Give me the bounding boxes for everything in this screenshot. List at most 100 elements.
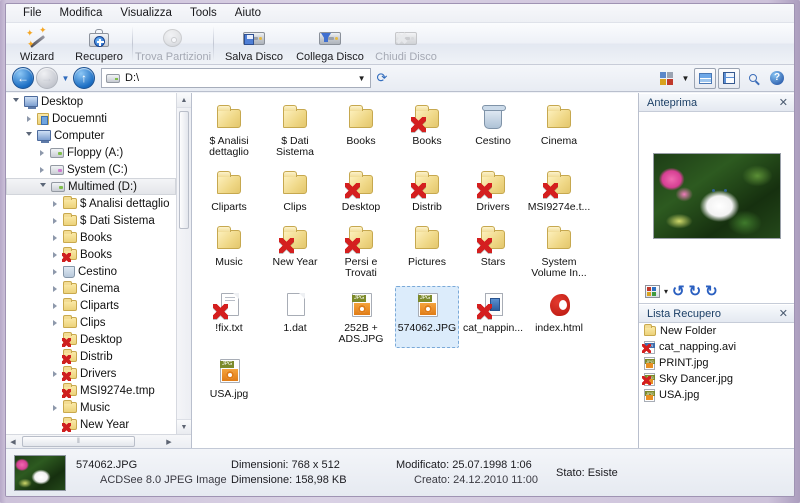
file-item[interactable]: Pictures — [395, 220, 459, 282]
forward-button[interactable]: → — [36, 67, 58, 89]
tree-item-books[interactable]: Books — [6, 246, 176, 263]
file-item[interactable]: MSI9274e.t... — [527, 165, 591, 216]
tree-scroll-left-button[interactable]: ◀ — [6, 435, 20, 448]
tree-item-cestino[interactable]: Cestino — [6, 263, 176, 280]
expand-icon[interactable] — [49, 215, 60, 226]
file-item[interactable]: Clips — [263, 165, 327, 216]
file-item[interactable]: cat_nappin... — [461, 286, 525, 348]
tree-item-new-year[interactable]: New Year — [6, 416, 176, 433]
file-item[interactable]: !fix.txt — [197, 286, 261, 348]
tree-item-dati-sistema[interactable]: $ Dati Sistema — [6, 212, 176, 229]
expand-icon[interactable] — [49, 317, 60, 328]
tree-horizontal-scrollbar[interactable]: ◀ ‖ ▶ — [6, 434, 191, 448]
tree-item-floppy-a[interactable]: Floppy (A:) — [6, 144, 176, 161]
tree-scroll-right-button[interactable]: ▶ — [162, 435, 176, 448]
file-item[interactable]: $ Dati Sistema — [263, 99, 327, 161]
expand-icon[interactable] — [49, 266, 60, 277]
menu-item-modifica[interactable]: Modifica — [51, 5, 112, 22]
menu-item-aiuto[interactable]: Aiuto — [226, 5, 270, 22]
collapse-icon[interactable] — [37, 181, 48, 192]
file-item[interactable]: Drivers — [461, 165, 525, 216]
chevron-down-icon[interactable]: ▼ — [358, 74, 366, 83]
menu-item-visualizza[interactable]: Visualizza — [111, 5, 181, 22]
palette-dropdown-icon[interactable]: ▾ — [664, 287, 668, 296]
file-item[interactable]: New Year — [263, 220, 327, 282]
recovery-list-item[interactable]: JPG USA.jpg — [639, 387, 794, 403]
tree-scroll-down-button[interactable]: ▼ — [177, 419, 191, 434]
tree-item-books[interactable]: Books — [6, 229, 176, 246]
file-item[interactable]: Stars — [461, 220, 525, 282]
recovery-list-item[interactable]: New Folder — [639, 323, 794, 339]
file-item[interactable]: Persi e Trovati — [329, 220, 393, 282]
file-item[interactable]: Cliparts — [197, 165, 261, 216]
file-item[interactable]: Cinema — [527, 99, 591, 161]
tree-item-music[interactable]: Music — [6, 399, 176, 416]
toolbar-button-wizard[interactable]: ✦ ✦ ✦ Wizard — [6, 23, 68, 64]
tree-item-system-c[interactable]: System (C:) — [6, 161, 176, 178]
properties-icon[interactable] — [694, 67, 716, 89]
palette-icon[interactable] — [645, 285, 660, 298]
file-item[interactable]: index.html — [527, 286, 591, 348]
toolbar-button-salva-disco[interactable]: Salva Disco — [216, 23, 292, 64]
expand-icon[interactable] — [49, 402, 60, 413]
save-icon[interactable] — [718, 67, 740, 89]
tree-item-cinema[interactable]: Cinema — [6, 280, 176, 297]
close-icon[interactable]: ✕ — [777, 96, 790, 109]
file-item[interactable]: Cestino — [461, 99, 525, 161]
file-item[interactable]: Distrib — [395, 165, 459, 216]
file-item[interactable]: JPG 574062.JPG — [395, 286, 459, 348]
address-input[interactable]: D:\ ▼ — [101, 68, 371, 88]
expand-icon[interactable] — [49, 198, 60, 209]
file-item[interactable]: Desktop — [329, 165, 393, 216]
file-list-pane[interactable]: $ Analisi dettaglio $ Dati Sistema Books Bo… — [192, 93, 638, 448]
tree-item-desktop[interactable]: Desktop — [6, 331, 176, 348]
file-item[interactable]: JPG 252B + ADS.JPG — [329, 286, 393, 348]
tree-item-multimed-d[interactable]: Multimed (D:) — [6, 178, 176, 195]
search-icon[interactable] — [742, 68, 764, 89]
recovery-list-item[interactable]: AVI cat_napping.avi — [639, 339, 794, 355]
tree-item-desktop[interactable]: Desktop — [6, 93, 176, 110]
history-dropdown-icon[interactable]: ▼ — [60, 67, 71, 89]
tree-item-docuemnti[interactable]: Docuemnti — [6, 110, 176, 127]
file-item[interactable]: System Volume In... — [527, 220, 591, 282]
expand-icon[interactable] — [49, 283, 60, 294]
refresh-icon[interactable]: ⟳ — [373, 70, 392, 86]
expand-icon[interactable] — [36, 164, 47, 175]
collapse-icon[interactable] — [10, 96, 21, 107]
file-item[interactable]: $ Analisi dettaglio — [197, 99, 261, 161]
tree-vscroll-thumb[interactable] — [179, 111, 189, 229]
expand-icon[interactable] — [49, 232, 60, 243]
recovery-list-item[interactable]: JPG Sky Dancer.jpg — [639, 371, 794, 387]
close-icon[interactable]: ✕ — [777, 307, 790, 320]
view-mode-icon[interactable] — [655, 68, 677, 89]
rotate-right-icon[interactable]: ↻ — [705, 284, 718, 299]
tree-scroll-up-button[interactable]: ▲ — [177, 93, 191, 108]
collapse-icon[interactable] — [23, 130, 34, 141]
tree-item-clips[interactable]: Clips — [6, 314, 176, 331]
tree-item-cliparts[interactable]: Cliparts — [6, 297, 176, 314]
rotate-left-icon[interactable]: ↺ — [672, 284, 685, 299]
help-icon[interactable]: ? — [766, 68, 788, 89]
file-item[interactable]: JPG USA.jpg — [197, 352, 261, 403]
up-button[interactable]: ↑ — [73, 67, 95, 89]
toolbar-button-recupero[interactable]: Recupero — [68, 23, 130, 64]
toolbar-button-collega-disco[interactable]: Collega Disco — [292, 23, 368, 64]
expand-icon[interactable] — [23, 113, 34, 124]
view-mode-dropdown-icon[interactable]: ▼ — [679, 68, 692, 89]
menu-item-tools[interactable]: Tools — [181, 5, 226, 22]
tree-item-drivers[interactable]: Drivers — [6, 365, 176, 382]
expand-icon[interactable] — [49, 368, 60, 379]
file-item[interactable]: Books — [329, 99, 393, 161]
tree-hscroll-thumb[interactable]: ‖ — [22, 436, 135, 447]
tree-item-analisi-dettaglio[interactable]: $ Analisi dettaglio — [6, 195, 176, 212]
tree-item-msi9274e-tmp[interactable]: MSI9274e.tmp — [6, 382, 176, 399]
expand-icon[interactable] — [36, 147, 47, 158]
tree-item-computer[interactable]: Computer — [6, 127, 176, 144]
recovery-list-item[interactable]: JPG PRINT.jpg — [639, 355, 794, 371]
file-item[interactable]: 1.dat — [263, 286, 327, 348]
menu-item-file[interactable]: File — [14, 5, 51, 22]
tree-vertical-scrollbar[interactable]: ▲ ▼ — [176, 93, 191, 434]
tree-item-distrib[interactable]: Distrib — [6, 348, 176, 365]
file-item[interactable]: Books — [395, 99, 459, 161]
expand-icon[interactable] — [49, 249, 60, 260]
